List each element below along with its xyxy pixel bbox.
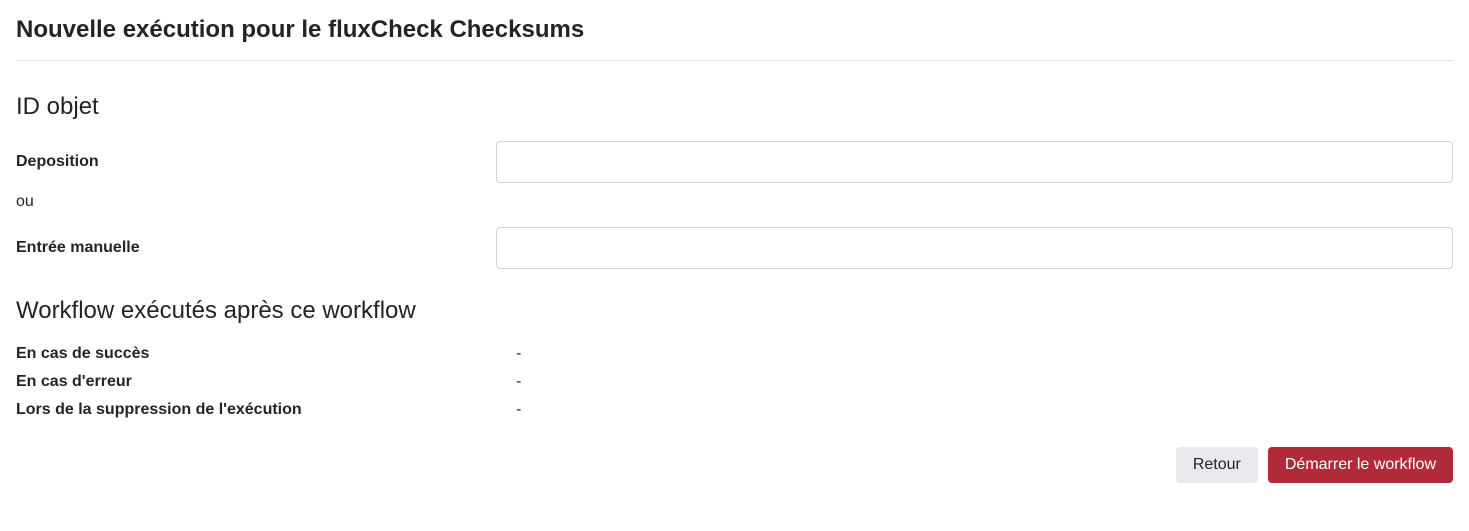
on-error-value: - [516, 373, 521, 391]
deposition-label: Deposition [16, 153, 496, 171]
deposition-input[interactable] [496, 141, 1453, 183]
on-success-row: En cas de succès - [16, 345, 1453, 363]
back-button[interactable]: Retour [1176, 447, 1258, 483]
on-success-label: En cas de succès [16, 345, 516, 363]
section-followup-heading: Workflow exécutés après ce workflow [16, 297, 1453, 325]
section-object-id-heading: ID objet [16, 93, 1453, 121]
start-workflow-button[interactable]: Démarrer le workflow [1268, 447, 1453, 483]
on-error-label: En cas d'erreur [16, 373, 516, 391]
on-error-row: En cas d'erreur - [16, 373, 1453, 391]
manual-entry-label: Entrée manuelle [16, 239, 496, 257]
on-delete-label: Lors de la suppression de l'exécution [16, 401, 516, 419]
divider [16, 60, 1453, 61]
on-success-value: - [516, 345, 521, 363]
or-text: ou [16, 193, 1453, 211]
manual-entry-row: Entrée manuelle [16, 227, 1453, 269]
on-delete-value: - [516, 401, 521, 419]
page-title: Nouvelle exécution pour le fluxCheck Che… [16, 16, 1453, 44]
deposition-row: Deposition [16, 141, 1453, 183]
on-delete-row: Lors de la suppression de l'exécution - [16, 401, 1453, 419]
button-row: Retour Démarrer le workflow [16, 447, 1453, 483]
manual-entry-input[interactable] [496, 227, 1453, 269]
